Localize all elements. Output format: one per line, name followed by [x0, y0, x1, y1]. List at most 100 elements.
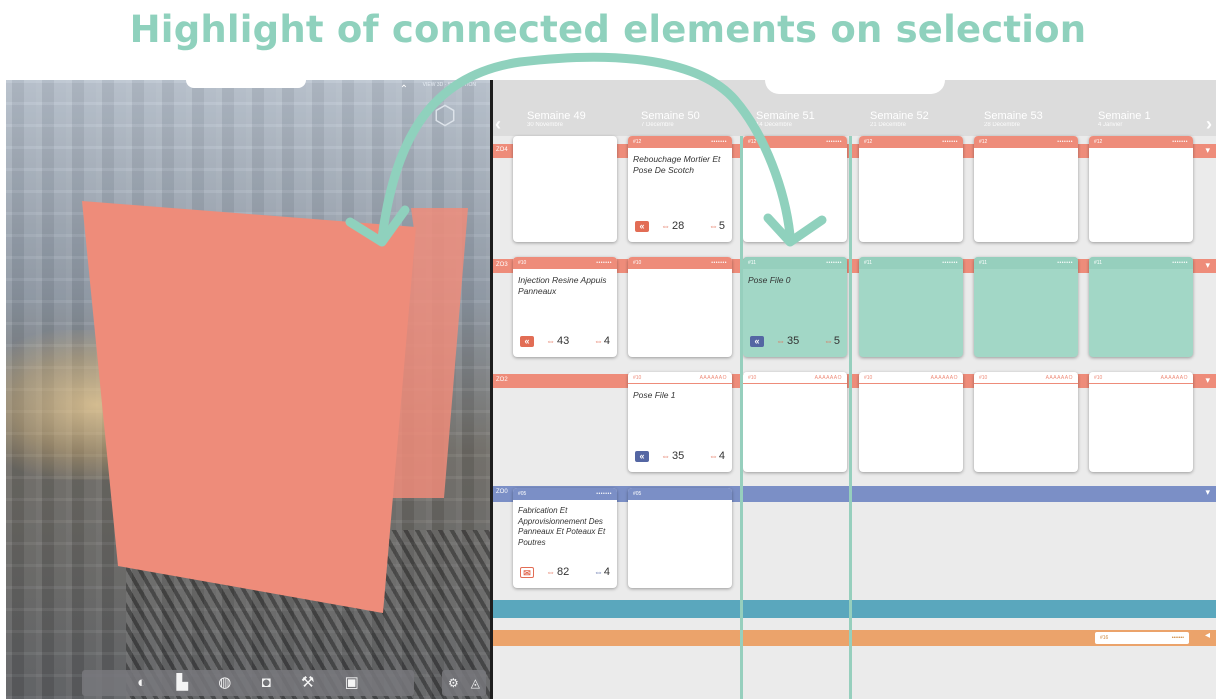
task-progress-dots: ••••••• — [711, 139, 727, 145]
task-id: #11 — [979, 260, 987, 266]
task-progress-dots: ••••••• — [942, 139, 958, 145]
next-week-button[interactable]: › — [1206, 114, 1212, 135]
task-id: #10 — [633, 260, 642, 266]
week-date: 21 Décembre — [870, 122, 907, 128]
row-label: ZO0 — [496, 489, 508, 495]
week-column-header[interactable]: Semaine 53 28 Décembre — [984, 110, 1043, 128]
chevron-left-icon[interactable]: ◂ — [1205, 630, 1210, 641]
task-card-placeholder[interactable]: #12 ••••••• — [974, 136, 1078, 242]
chevron-down-icon[interactable]: ▾ — [1205, 375, 1210, 386]
previous-week-button[interactable]: ‹ — [495, 114, 501, 135]
week-column-header[interactable]: Semaine 1 4 Janvier — [1098, 110, 1151, 128]
week-column-header[interactable]: Semaine 51 14 Décembre — [756, 110, 815, 128]
task-card[interactable]: #12 ••••••• Rebouchage Mortier Et Pose De… — [628, 136, 732, 242]
task-card-placeholder[interactable]: #10 AAAAAAO — [974, 372, 1078, 472]
task-progress-dots: ••••••• — [596, 491, 612, 497]
double-chevron-left-icon[interactable]: « — [635, 221, 649, 232]
task-id: #12 — [979, 139, 988, 145]
task-progress-dots: AAAAAAO — [930, 375, 958, 381]
chevron-down-icon[interactable]: ▾ — [1205, 145, 1210, 156]
chevron-down-icon[interactable]: ▾ — [1205, 487, 1210, 498]
duration-value: 82 — [557, 566, 570, 578]
selected-panel-main — [82, 201, 416, 613]
task-duration: ⇔ 35 — [661, 450, 684, 462]
task-card[interactable]: #05 ••••••• Fabrication Et Approvisionnem… — [513, 488, 617, 588]
task-card-empty[interactable] — [513, 136, 617, 242]
worker-icon[interactable]: ⚒ — [301, 670, 314, 696]
3d-viewport[interactable]: VIEW 3D · SELECTION ⌃ ⬡ ◐ ▙ ◍ ◘ ⚒ ▣ ⚙ ◬ — [6, 80, 490, 699]
task-duration: ⇔ 82 — [546, 566, 569, 578]
selected-column-highlight — [740, 136, 852, 699]
email-icon[interactable]: ✉ — [520, 567, 534, 578]
link-icon: ⇔ — [593, 567, 603, 577]
task-progress-dots: ••••••• — [1057, 260, 1073, 266]
settings-icon[interactable]: ⚙ — [448, 676, 459, 690]
task-card[interactable]: #10 ••••••• Injection Resine Appuis Panne… — [513, 257, 617, 357]
task-card-placeholder[interactable]: #10 ••••••• — [628, 257, 732, 357]
task-card-placeholder[interactable]: #05 — [628, 488, 732, 588]
task-card-placeholder[interactable]: #10 AAAAAAO — [859, 372, 963, 472]
week-column-header[interactable]: Semaine 50 7 Décembre — [641, 110, 700, 128]
task-workers: ⇔4 — [594, 335, 610, 347]
task-id: #10 — [518, 260, 527, 266]
viewport-settings-toolbar: ⚙ ◬ — [442, 670, 486, 696]
planning-top-tab[interactable] — [765, 80, 945, 94]
row-band-steel[interactable] — [493, 600, 1216, 618]
task-title: Pose File 1 — [633, 390, 676, 400]
network-icon[interactable]: ◬ — [471, 676, 480, 690]
week-title: Semaine 52 — [870, 110, 929, 122]
link-icon: ⇔ — [661, 451, 670, 461]
row-label: ZO2 — [496, 377, 508, 383]
task-card-placeholder[interactable]: #10 AAAAAAO — [1089, 372, 1193, 472]
week-title: Semaine 49 — [527, 110, 586, 122]
task-id: #11 — [864, 260, 872, 266]
task-card-connected[interactable]: #11 ••••••• — [1089, 257, 1193, 357]
layers-icon[interactable]: ▙ — [176, 670, 188, 696]
task-id: #10 — [633, 375, 642, 381]
task-workers: ⇔4 — [709, 450, 725, 462]
link-icon: ⇔ — [546, 336, 555, 346]
tools-icon[interactable]: ▣ — [345, 670, 359, 696]
section-icon[interactable]: ◐ — [137, 670, 146, 696]
task-progress-dots: AAAAAAO — [1160, 375, 1188, 381]
task-progress-dots: ••••••• — [1171, 635, 1184, 641]
selected-wall-panels[interactable] — [6, 80, 490, 699]
task-workers: ⇔4 — [594, 566, 610, 578]
task-id: #16 — [1100, 635, 1109, 641]
double-chevron-left-icon[interactable]: « — [520, 336, 534, 347]
double-chevron-left-icon[interactable]: « — [635, 451, 649, 462]
week-column-header[interactable]: Semaine 52 21 Décembre — [870, 110, 929, 128]
task-id: #12 — [633, 139, 642, 145]
row-label: ZO4 — [496, 147, 508, 153]
task-card-mini[interactable]: #16 ••••••• — [1095, 632, 1189, 644]
task-title: Rebouchage Mortier Et Pose De Scotch — [633, 154, 721, 175]
week-date: 7 Décembre — [641, 122, 674, 128]
zone-icon[interactable]: ◘ — [262, 670, 271, 696]
task-title: Injection Resine Appuis Panneaux — [518, 275, 607, 296]
task-duration: ⇔ 28 — [661, 220, 684, 232]
task-card[interactable]: #10 AAAAAAO Pose File 1 « ⇔ 35 ⇔4 — [628, 372, 732, 472]
task-card-connected[interactable]: #11 ••••••• — [859, 257, 963, 357]
phase-icon[interactable]: ◍ — [218, 670, 231, 696]
task-card-connected[interactable]: #11 ••••••• — [974, 257, 1078, 357]
task-progress-dots: ••••••• — [1172, 260, 1188, 266]
task-card-placeholder[interactable]: #12 ••••••• — [1089, 136, 1193, 242]
link-icon: ⇔ — [661, 221, 670, 231]
task-card-placeholder[interactable]: #12 ••••••• — [859, 136, 963, 242]
link-icon: ⇔ — [708, 221, 718, 231]
week-date: 30 Novembre — [527, 122, 564, 128]
week-title: Semaine 51 — [756, 110, 815, 122]
task-progress-dots: ••••••• — [1172, 139, 1188, 145]
week-date: 14 Décembre — [756, 122, 793, 128]
task-progress-dots: ••••••• — [942, 260, 958, 266]
task-id: #10 — [979, 375, 988, 381]
week-date: 4 Janvier — [1098, 122, 1123, 128]
week-column-header[interactable]: Semaine 49 30 Novembre — [527, 110, 586, 128]
screenshot-root: Highlight of connected elements on selec… — [0, 0, 1216, 699]
task-id: #10 — [1094, 375, 1103, 381]
task-progress-dots: AAAAAAO — [1045, 375, 1073, 381]
chevron-down-icon[interactable]: ▾ — [1205, 260, 1210, 271]
workers-value: 4 — [718, 450, 725, 462]
workers-value: 4 — [603, 566, 610, 578]
week-title: Semaine 1 — [1098, 110, 1151, 122]
